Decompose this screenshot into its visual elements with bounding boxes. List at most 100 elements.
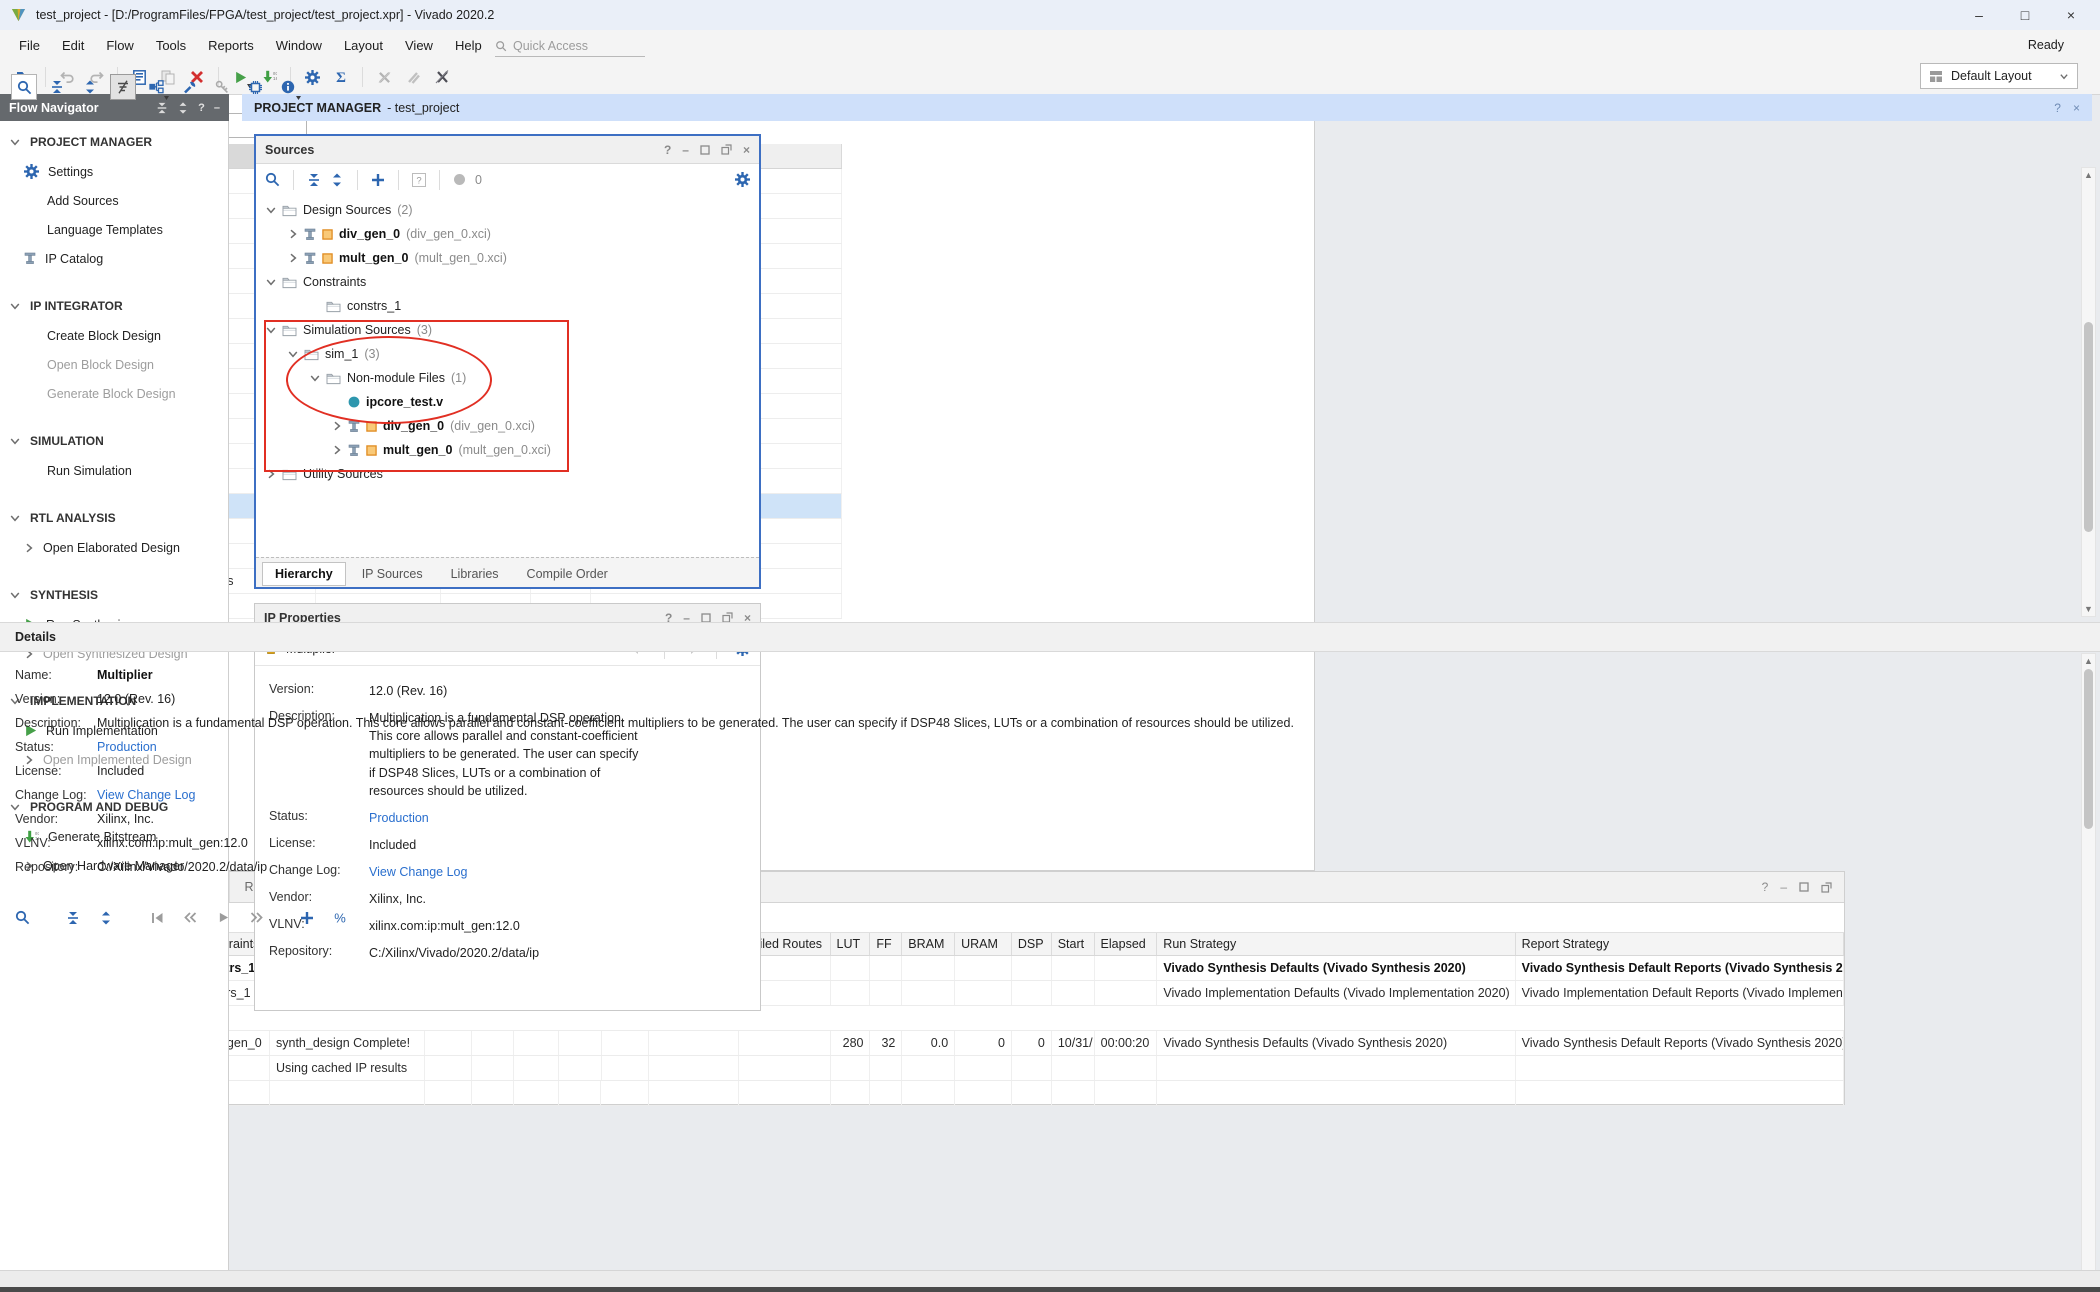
menu-edit[interactable]: Edit [51,34,95,57]
utilization-button[interactable]: % [328,906,352,930]
close-window-icon[interactable]: × [2048,0,2094,30]
maximize-window-icon[interactable]: □ [2002,0,2048,30]
search-button[interactable] [10,906,34,930]
filter-button[interactable] [110,74,136,100]
catalog-scrollbar[interactable]: ▲ ▼ [2081,167,2096,617]
expander-closed-icon[interactable] [332,445,342,455]
sidebar-item-settings[interactable]: Settings [0,157,228,186]
collapse-all-icon[interactable] [156,102,168,114]
dropdown-caret-icon[interactable] [164,96,169,100]
menu-file[interactable]: File [8,34,51,57]
search-icon[interactable] [265,172,280,187]
sidebar-item-add-sources[interactable]: Add Sources [0,186,228,215]
step-back-button[interactable] [178,906,202,930]
details-scrollbar[interactable]: ▲ ▼ [2081,653,2096,1291]
add-sources-icon[interactable] [371,173,385,187]
resume-button[interactable] [211,906,235,930]
expander-open-icon[interactable] [266,205,276,215]
sources-tab-libraries[interactable]: Libraries [439,563,511,585]
maximize-icon[interactable] [701,613,711,623]
tree-item-ipcore_test.v[interactable]: ipcore_test.v [256,390,757,414]
step-forward-button[interactable] [244,906,268,930]
tree-item-mult_gen_0[interactable]: mult_gen_0 (mult_gen_0.xci) [256,246,757,270]
search-button[interactable] [11,74,37,100]
detail-value[interactable]: View Change Log [97,788,195,802]
sidebar-item-open-elaborated-design[interactable]: Open Elaborated Design [0,533,228,562]
tree-item-mult_gen_0[interactable]: mult_gen_0 (mult_gen_0.xci) [256,438,757,462]
minimize-window-icon[interactable]: – [1956,0,2002,30]
chevron-down-icon[interactable] [10,590,20,600]
sidebar-section-header[interactable]: IP INTEGRATOR [0,291,228,321]
settings-gear-icon[interactable] [735,172,750,187]
report-button[interactable]: Σ [329,65,353,89]
expand-all-icon[interactable] [177,102,189,114]
expand-all-button[interactable] [94,906,118,930]
sidebar-item-run-simulation[interactable]: Run Simulation [0,456,228,485]
scrollbar-thumb[interactable] [2084,669,2093,829]
close-icon[interactable]: × [2073,101,2080,115]
sidebar-item-create-block-design[interactable]: Create Block Design [0,321,228,350]
scroll-down-icon[interactable]: ▼ [2082,602,2095,616]
create-run-button[interactable] [295,906,319,930]
expander-open-icon[interactable] [310,373,320,383]
help-icon[interactable]: ? [198,102,205,114]
ip-details-button[interactable] [275,74,301,100]
sources-tab-compile-order[interactable]: Compile Order [515,563,620,585]
expander-closed-icon[interactable] [332,421,342,431]
minimize-icon[interactable]: – [682,143,689,157]
chevron-down-icon[interactable] [10,436,20,446]
sidebar-section-header[interactable]: RTL ANALYSIS [0,503,228,533]
menu-tools[interactable]: Tools [145,34,197,57]
sidebar-item-language-templates[interactable]: Language Templates [0,215,228,244]
tree-item-constraints[interactable]: Constraints [256,270,757,294]
collapse-all-button[interactable] [61,906,85,930]
tree-item-design-sources[interactable]: Design Sources (2) [256,198,757,222]
expand-all-icon[interactable] [330,173,344,187]
layout-selector[interactable]: Default Layout [1920,63,2078,89]
menu-layout[interactable]: Layout [333,34,394,57]
expander-closed-icon[interactable] [288,253,298,263]
close-icon[interactable]: × [743,143,750,157]
scrollbar-thumb[interactable] [2084,322,2093,532]
help-icon[interactable]: ? [2054,101,2061,115]
help-box-icon[interactable]: ? [412,173,426,187]
tree-item-div_gen_0[interactable]: div_gen_0 (div_gen_0.xci) [256,414,757,438]
sources-tab-ip-sources[interactable]: IP Sources [350,563,435,585]
scroll-up-icon[interactable]: ▲ [2082,168,2095,182]
expander-open-icon[interactable] [288,349,298,359]
scroll-up-icon[interactable]: ▲ [2082,654,2095,668]
tree-item-div_gen_0[interactable]: div_gen_0 (div_gen_0.xci) [256,222,757,246]
menu-flow[interactable]: Flow [95,34,144,57]
clean-button[interactable] [430,65,454,89]
sidebar-item-ip-catalog[interactable]: IP Catalog [0,244,228,273]
tree-item-utility-sources[interactable]: Utility Sources [256,462,757,486]
minimize-icon[interactable]: – [214,102,220,114]
tree-item-simulation-sources[interactable]: Simulation Sources (3) [256,318,757,342]
tree-item-non-module-files[interactable]: Non-module Files (1) [256,366,757,390]
chevron-down-icon[interactable] [10,301,20,311]
add-repository-button[interactable] [242,74,268,100]
chevron-down-icon[interactable] [10,137,20,147]
customize-button[interactable] [176,74,202,100]
step-to-first-button[interactable] [145,906,169,930]
tree-item-sim_1[interactable]: sim_1 (3) [256,342,757,366]
sources-tab-hierarchy[interactable]: Hierarchy [262,562,346,586]
menu-reports[interactable]: Reports [197,34,265,57]
group-by-hierarchy-button[interactable] [143,74,169,100]
sidebar-section-header[interactable]: SIMULATION [0,426,228,456]
maximize-icon[interactable] [700,145,710,155]
float-icon[interactable] [721,144,732,155]
collapse-all-icon[interactable] [307,173,321,187]
expander-closed-icon[interactable] [288,229,298,239]
expander-open-icon[interactable] [266,277,276,287]
menu-window[interactable]: Window [265,34,333,57]
chevron-down-icon[interactable] [10,513,20,523]
detail-value[interactable]: Production [97,740,157,754]
menu-help[interactable]: Help [444,34,493,57]
quick-access-search[interactable]: Quick Access [495,36,645,57]
help-icon[interactable]: ? [664,143,671,157]
sidebar-section-header[interactable]: SYNTHESIS [0,580,228,610]
sidebar-section-header[interactable]: PROJECT MANAGER [0,127,228,157]
dropdown-caret-icon[interactable] [296,96,301,100]
settings-button[interactable] [300,65,324,89]
